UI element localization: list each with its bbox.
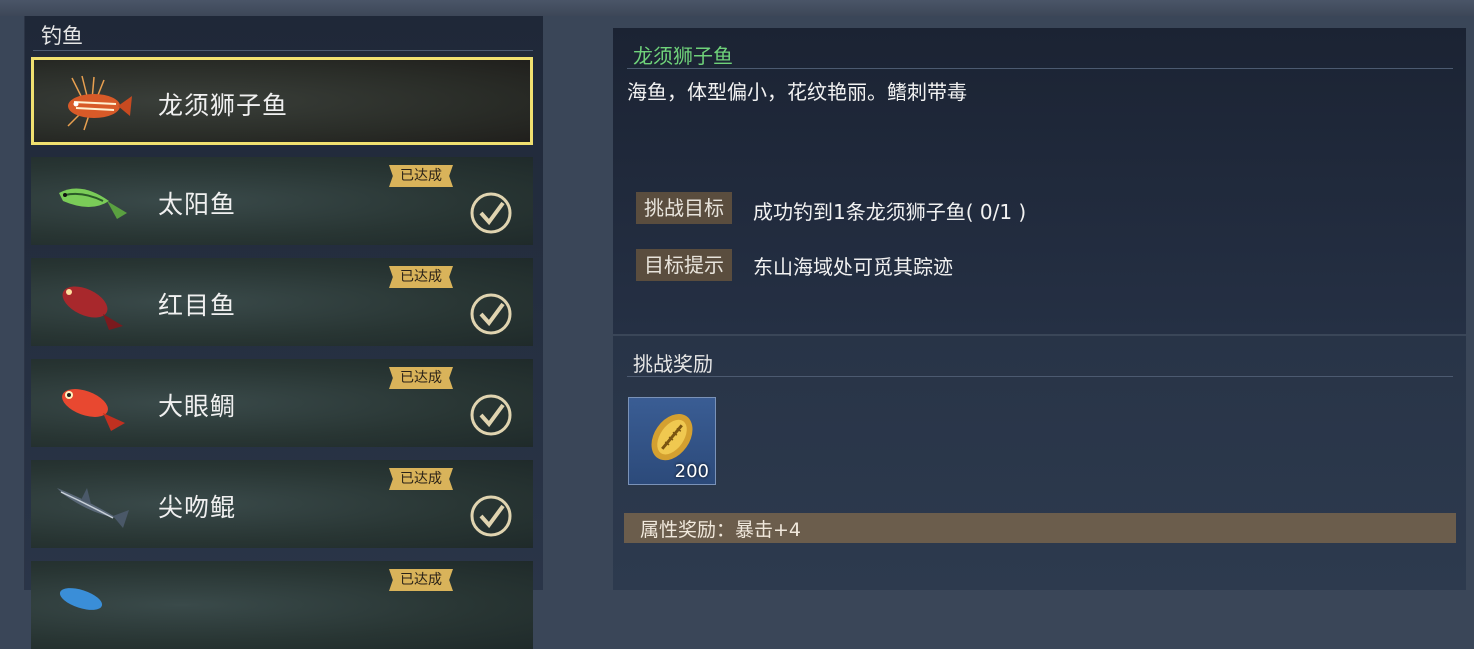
- detail-title: 龙须狮子鱼: [633, 44, 733, 68]
- attribute-reward-text: 属性奖励：暴击+4: [640, 519, 802, 541]
- check-circle-icon: [470, 394, 512, 436]
- goal-label: 挑战目标: [636, 192, 732, 224]
- check-circle-icon: [470, 293, 512, 335]
- fish-name: 红目鱼: [158, 291, 237, 320]
- achieved-badge: 已达成: [389, 165, 453, 187]
- achieved-badge: 已达成: [389, 266, 453, 288]
- fish-list-item-lionfish[interactable]: 龙须狮子鱼: [31, 57, 533, 145]
- shark-icon: [57, 488, 129, 528]
- fish-detail-panel: 龙须狮子鱼 海鱼，体型偏小，花纹艳丽。鳍刺带毒 挑战目标 成功钓到1条龙须狮子鱼…: [613, 28, 1466, 334]
- lionfish-icon: [67, 75, 132, 131]
- sunfish-icon: [59, 188, 127, 219]
- hint-label: 目标提示: [636, 249, 732, 281]
- blue-fish-icon: [59, 588, 103, 610]
- attribute-reward-bar: 属性奖励：暴击+4: [624, 513, 1456, 543]
- check-circle-icon: [470, 495, 512, 537]
- fish-list-item-sunfish[interactable]: 太阳鱼 已达成: [31, 157, 533, 245]
- goal-value: 成功钓到1条龙须狮子鱼( 0/1 ): [753, 200, 1027, 224]
- fish-list-item-bigeye[interactable]: 大眼鲷 已达成: [31, 359, 533, 447]
- reward-count: 200: [674, 461, 709, 482]
- top-bar: [0, 0, 1474, 16]
- fish-name: 尖吻鲲: [158, 493, 237, 522]
- fish-name: 龙须狮子鱼: [158, 91, 289, 120]
- achieved-badge: 已达成: [389, 367, 453, 389]
- fish-list-item-blue[interactable]: 已达成: [31, 561, 533, 649]
- fish-name: 太阳鱼: [158, 190, 237, 219]
- fishing-list-panel: 钓鱼 龙须狮子鱼 太阳鱼 已达成 红目鱼 已达成 大眼鲷 已达成 尖吻鲲 已达成…: [24, 16, 543, 649]
- divider: [627, 68, 1453, 69]
- fish-list-item-shark[interactable]: 尖吻鲲 已达成: [31, 460, 533, 548]
- bigeye-fish-icon: [62, 389, 125, 431]
- check-circle-icon: [470, 192, 512, 234]
- divider: [627, 376, 1453, 377]
- hint-value: 东山海域处可觅其踪迹: [753, 255, 953, 279]
- reward-item-slot[interactable]: 200: [628, 397, 716, 485]
- divider: [33, 50, 533, 51]
- redeye-fish-icon: [62, 286, 123, 330]
- achieved-badge: 已达成: [389, 468, 453, 490]
- fish-name: 大眼鲷: [158, 392, 237, 421]
- fish-list-item-redeye[interactable]: 红目鱼 已达成: [31, 258, 533, 346]
- reward-title: 挑战奖励: [633, 352, 713, 376]
- fish-description: 海鱼，体型偏小，花纹艳丽。鳍刺带毒: [627, 80, 967, 104]
- achieved-badge: 已达成: [389, 569, 453, 591]
- panel-title: 钓鱼: [41, 24, 83, 48]
- reward-panel: 挑战奖励 200 属性奖励：暴击+4: [613, 336, 1466, 590]
